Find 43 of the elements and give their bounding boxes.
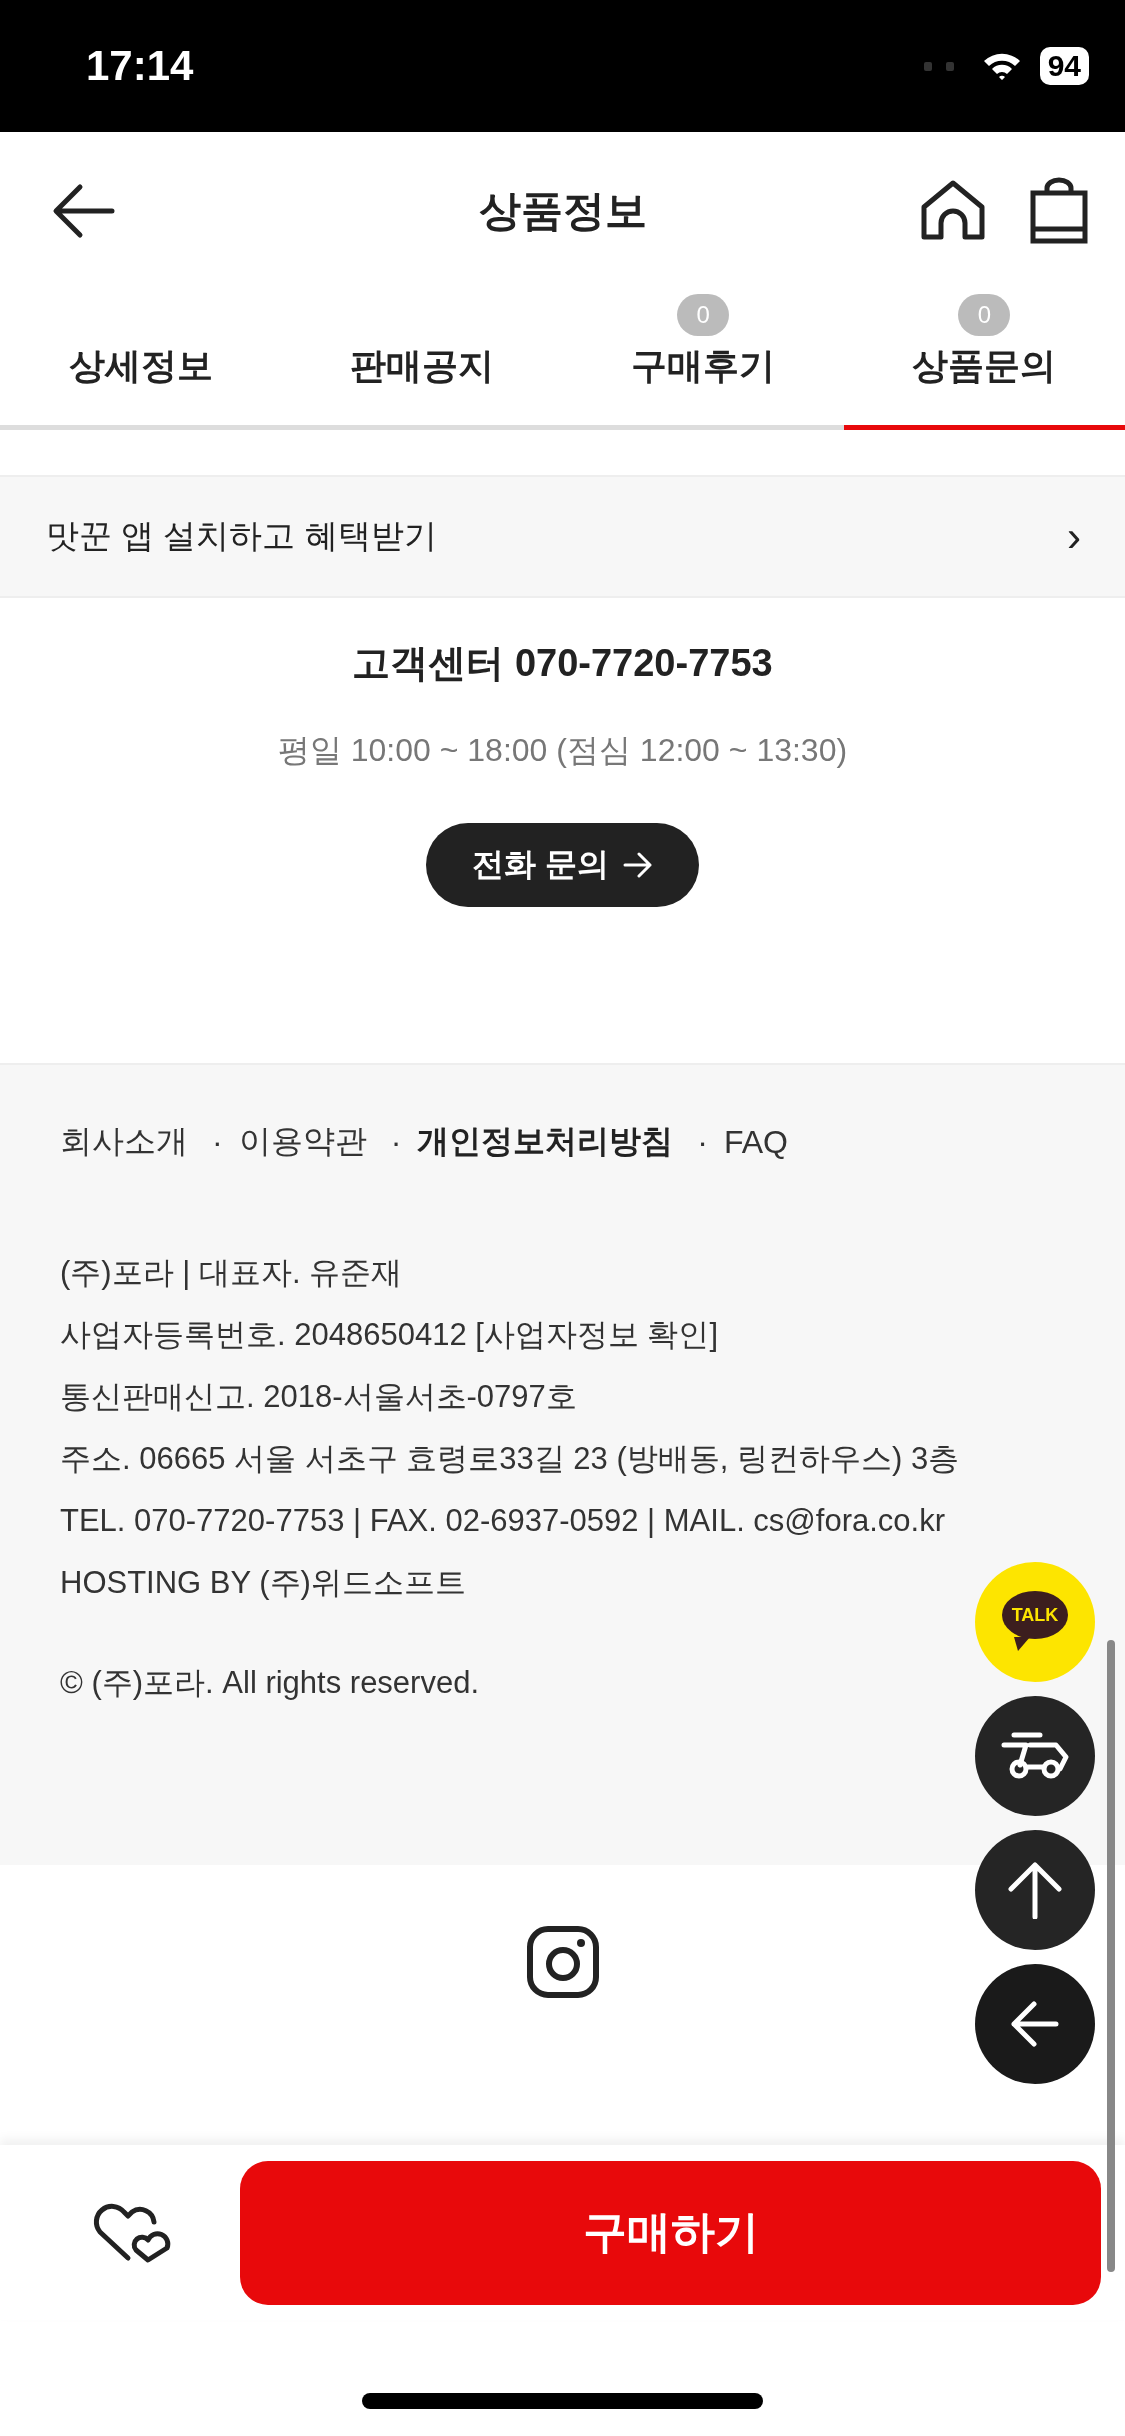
- company-info-line: (주)포라 | 대표자. 유준재: [60, 1254, 404, 1292]
- app-banner[interactable]: 맛꾼 앱 설치하고 혜택받기 ›: [0, 475, 1125, 598]
- buy-button[interactable]: 구매하기: [240, 2160, 1101, 2305]
- footer-link[interactable]: 이용약관: [238, 1120, 367, 1164]
- footer-link[interactable]: 회사소개: [60, 1120, 188, 1164]
- back-arrow-icon[interactable]: [52, 183, 116, 239]
- footer-link[interactable]: FAQ: [723, 1123, 788, 1161]
- status-time: 17:14: [86, 42, 194, 90]
- company-info-line: 통신판매신고. 2018-서울서초-0797호: [60, 1378, 578, 1416]
- tab[interactable]: 판매공지: [281, 290, 563, 430]
- company-info-line: TEL. 070-7720-7753 | FAX. 02-6937-0592 | MAIL. cs@fora.co.kr: [60, 1502, 947, 1540]
- chevron: ›: [1067, 512, 1081, 561]
- company-info-line: 주소. 06665 서울 서초구 효령로33길 23 (방배동, 링컨하우스) 3층: [60, 1440, 961, 1478]
- count-badge: 0: [677, 294, 730, 336]
- copyright-text: © (주)포라. All rights reserved.: [60, 1664, 481, 1702]
- business-hours: 평일 10:00 ~ 18:00 (점심 12:00 ~ 13:30): [277, 731, 848, 770]
- separator-dot: ·: [390, 1123, 402, 1161]
- tab[interactable]: 상세정보: [0, 290, 282, 430]
- separator-dot: ·: [212, 1123, 223, 1161]
- customer-center-title: 고객센터 070-7720-7753: [352, 641, 773, 686]
- hearts-icon[interactable]: [92, 2201, 172, 2264]
- instagram-icon[interactable]: [525, 1925, 600, 1999]
- shopping-bag-icon[interactable]: [1029, 177, 1089, 245]
- banner-text: 맛꾼 앱 설치하고 혜택받기: [46, 516, 437, 556]
- tab[interactable]: 0 상품문의: [843, 290, 1125, 430]
- count-badge: 0: [958, 294, 1011, 336]
- page-title: 상품정보: [478, 186, 647, 236]
- phone-inquiry-button[interactable]: 전화 문의: [426, 823, 699, 907]
- tab-label: 구매후기: [631, 344, 776, 388]
- up-arrow-icon: [1007, 1861, 1063, 1919]
- separator-dot: ·: [697, 1123, 708, 1161]
- truck-icon: [1000, 1731, 1070, 1781]
- arrow-icon: [622, 852, 653, 878]
- home-icon[interactable]: [919, 179, 987, 243]
- left-arrow-icon: [1010, 2000, 1060, 2048]
- tab-label: 상세정보: [68, 344, 213, 388]
- tab-label: 상품문의: [912, 344, 1057, 388]
- tab-label: 판매공지: [349, 344, 494, 388]
- battery-level: 94: [1039, 47, 1089, 85]
- company-info-line: HOSTING BY (주)위드소프트: [60, 1564, 467, 1602]
- company-info-line: 사업자등록번호. 2048650412 [사업자정보 확인]: [60, 1316, 720, 1354]
- footer-link[interactable]: 개인정보처리방침: [417, 1120, 674, 1164]
- tab[interactable]: 0 구매후기: [562, 290, 844, 430]
